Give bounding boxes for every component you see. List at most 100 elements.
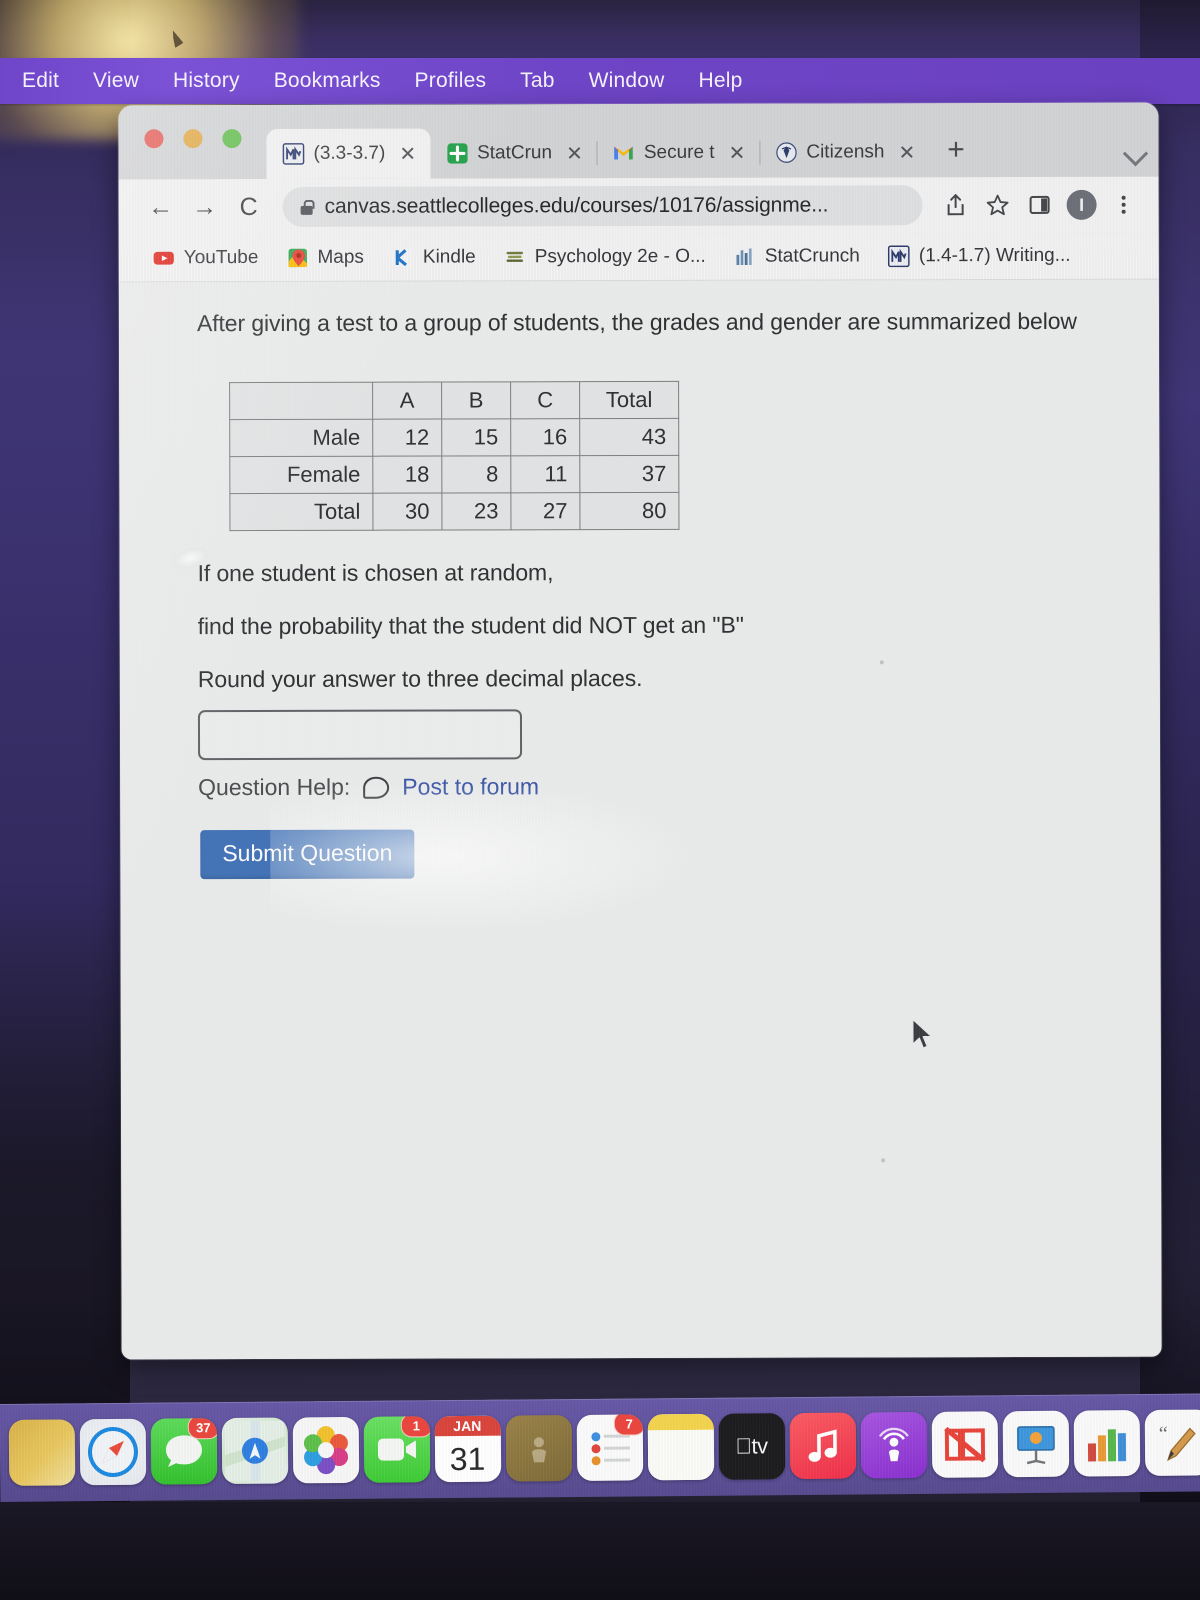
bookmark-kindle[interactable]: Kindle [382, 243, 486, 271]
cell-female-a: 18 [372, 456, 442, 494]
youtube-icon [153, 251, 174, 265]
table-col-a: A [372, 382, 442, 420]
page-content: After giving a test to a group of studen… [118, 279, 1162, 1360]
bookmark-label: Psychology 2e - O... [534, 245, 706, 268]
calendar-icon[interactable]: JAN 31 [434, 1415, 501, 1483]
calendar-day: 31 [449, 1440, 486, 1477]
question-intro-text: After giving a test to a group of studen… [196, 307, 1077, 337]
star-icon[interactable] [979, 186, 1017, 224]
tab-citizenship[interactable]: Citizensh ✕ [759, 127, 929, 177]
tab-statcrunch[interactable]: StatCrun ✕ [430, 128, 598, 178]
kebab-menu-icon[interactable] [1105, 186, 1143, 224]
table-col-b: B [441, 381, 511, 420]
menu-item-help[interactable]: Help [699, 69, 743, 93]
question-help-row: Question Help: Post to forum [198, 773, 539, 801]
facetime-badge: 1 [400, 1416, 430, 1438]
table-row: Male 12 15 16 43 [229, 418, 679, 457]
statcrunch-bars-icon [736, 248, 752, 265]
screenshot-root: Edit View History Bookmarks Profiles Tab… [0, 0, 1200, 1600]
cell-total-total: 80 [579, 492, 679, 530]
cell-female-c: 11 [510, 455, 580, 493]
desk-foreground [0, 1502, 1200, 1600]
bookmark-maps[interactable]: Maps [276, 244, 374, 272]
question-help-label: Question Help: [198, 773, 351, 801]
window-traffic-lights [144, 129, 242, 149]
tab-close-icon[interactable]: ✕ [729, 140, 746, 165]
tab-close-icon[interactable]: ✕ [898, 140, 915, 165]
browser-tab-strip: (3.3-3.7) ✕ StatCrun ✕ Secure t ✕ Citize… [118, 102, 1159, 180]
gmail-icon [614, 146, 633, 160]
close-window-button[interactable] [144, 129, 164, 149]
profile-initial: I [1066, 189, 1097, 220]
podcasts-purple-icon[interactable] [860, 1411, 927, 1479]
row-label-male: Male [229, 419, 373, 457]
screen-speck [879, 660, 884, 665]
cell-female-b: 8 [441, 455, 511, 494]
tab-label: Citizensh [806, 141, 885, 163]
kindle-icon [393, 248, 413, 267]
bookmark-youtube[interactable]: YouTube [143, 244, 269, 272]
address-bar-url: canvas.seattlecolleges.edu/courses/10176… [324, 193, 829, 218]
tab-close-icon[interactable]: ✕ [399, 141, 416, 166]
tab-list: (3.3-3.7) ✕ StatCrun ✕ Secure t ✕ Citize… [266, 127, 980, 179]
appletv-icon[interactable]: tv [718, 1413, 785, 1480]
side-panel-icon[interactable] [1021, 186, 1059, 224]
pages-icon[interactable]: “ [1144, 1409, 1200, 1477]
post-to-forum-link[interactable]: Post to forum [402, 773, 539, 800]
address-bar[interactable]: canvas.seattlecolleges.edu/courses/10176… [282, 185, 923, 227]
numbers-icon[interactable] [1073, 1410, 1140, 1477]
share-icon[interactable] [937, 186, 975, 224]
menu-item-bookmarks[interactable]: Bookmarks [274, 69, 381, 93]
menu-item-history[interactable]: History [173, 69, 240, 93]
bookmark-psychology[interactable]: Psychology 2e - O... [494, 243, 716, 272]
profile-avatar[interactable]: I [1063, 186, 1101, 224]
answer-input[interactable] [197, 709, 523, 761]
reload-button[interactable]: C [229, 187, 269, 227]
back-button[interactable]: ← [141, 187, 181, 227]
photos-icon[interactable] [292, 1416, 359, 1484]
question-line-2: find the probability that the student di… [197, 611, 744, 640]
menu-item-window[interactable]: Window [589, 69, 665, 93]
tab-secure-mail[interactable]: Secure t ✕ [597, 128, 761, 178]
submit-question-button[interactable]: Submit Question [200, 829, 415, 880]
minimize-window-button[interactable] [183, 129, 203, 149]
google-maps-icon [288, 248, 307, 268]
question-line-3: Round your answer to three decimal place… [197, 664, 643, 693]
bookmark-label: Maps [317, 246, 364, 268]
maximize-window-button[interactable] [222, 129, 242, 149]
table-header-row: A B C Total [229, 381, 679, 420]
keynote-icon[interactable] [1002, 1410, 1069, 1478]
new-tab-button[interactable]: + [929, 133, 981, 177]
tab-close-icon[interactable]: ✕ [566, 141, 583, 166]
notes-icon[interactable] [647, 1413, 714, 1481]
calendar-month: JAN [434, 1415, 501, 1437]
grades-summary-table: A B C Total Male 12 15 16 43 Female 18 8… [229, 380, 680, 532]
cell-male-c: 16 [510, 418, 580, 456]
bookmark-writing[interactable]: (1.4-1.7) Writing... [878, 242, 1081, 271]
messages-badge: 37 [187, 1418, 217, 1440]
statcrunch-m-icon [888, 245, 910, 268]
openstax-icon [506, 251, 523, 262]
bookmark-label: Kindle [422, 246, 476, 268]
menu-item-edit[interactable]: Edit [22, 69, 59, 93]
reminders-badge: 7 [613, 1414, 643, 1436]
reminders-icon[interactable]: 7 [576, 1414, 643, 1481]
chat-bubble-icon [363, 776, 390, 799]
menu-item-tab[interactable]: Tab [520, 69, 554, 93]
messages-icon[interactable]: 37 [150, 1418, 217, 1485]
podcasts-icon[interactable] [505, 1415, 572, 1482]
news-icon[interactable] [931, 1411, 998, 1478]
music-icon[interactable] [789, 1412, 856, 1480]
menu-item-profiles[interactable]: Profiles [415, 69, 487, 93]
tab-label: Secure t [643, 141, 715, 163]
menu-item-view[interactable]: View [93, 69, 139, 93]
tab-statcrunch-3-3-3-7[interactable]: (3.3-3.7) ✕ [266, 128, 431, 179]
forward-button[interactable]: → [185, 187, 225, 227]
maps-icon[interactable] [221, 1417, 288, 1485]
finder-icon[interactable] [8, 1419, 75, 1486]
facetime-icon[interactable]: 1 [363, 1416, 430, 1483]
safari-icon[interactable] [79, 1418, 146, 1486]
bookmark-statcrunch[interactable]: StatCrunch [724, 242, 870, 270]
tab-search-chevron-down-icon[interactable] [1122, 140, 1149, 167]
table-col-total: Total [579, 381, 679, 419]
